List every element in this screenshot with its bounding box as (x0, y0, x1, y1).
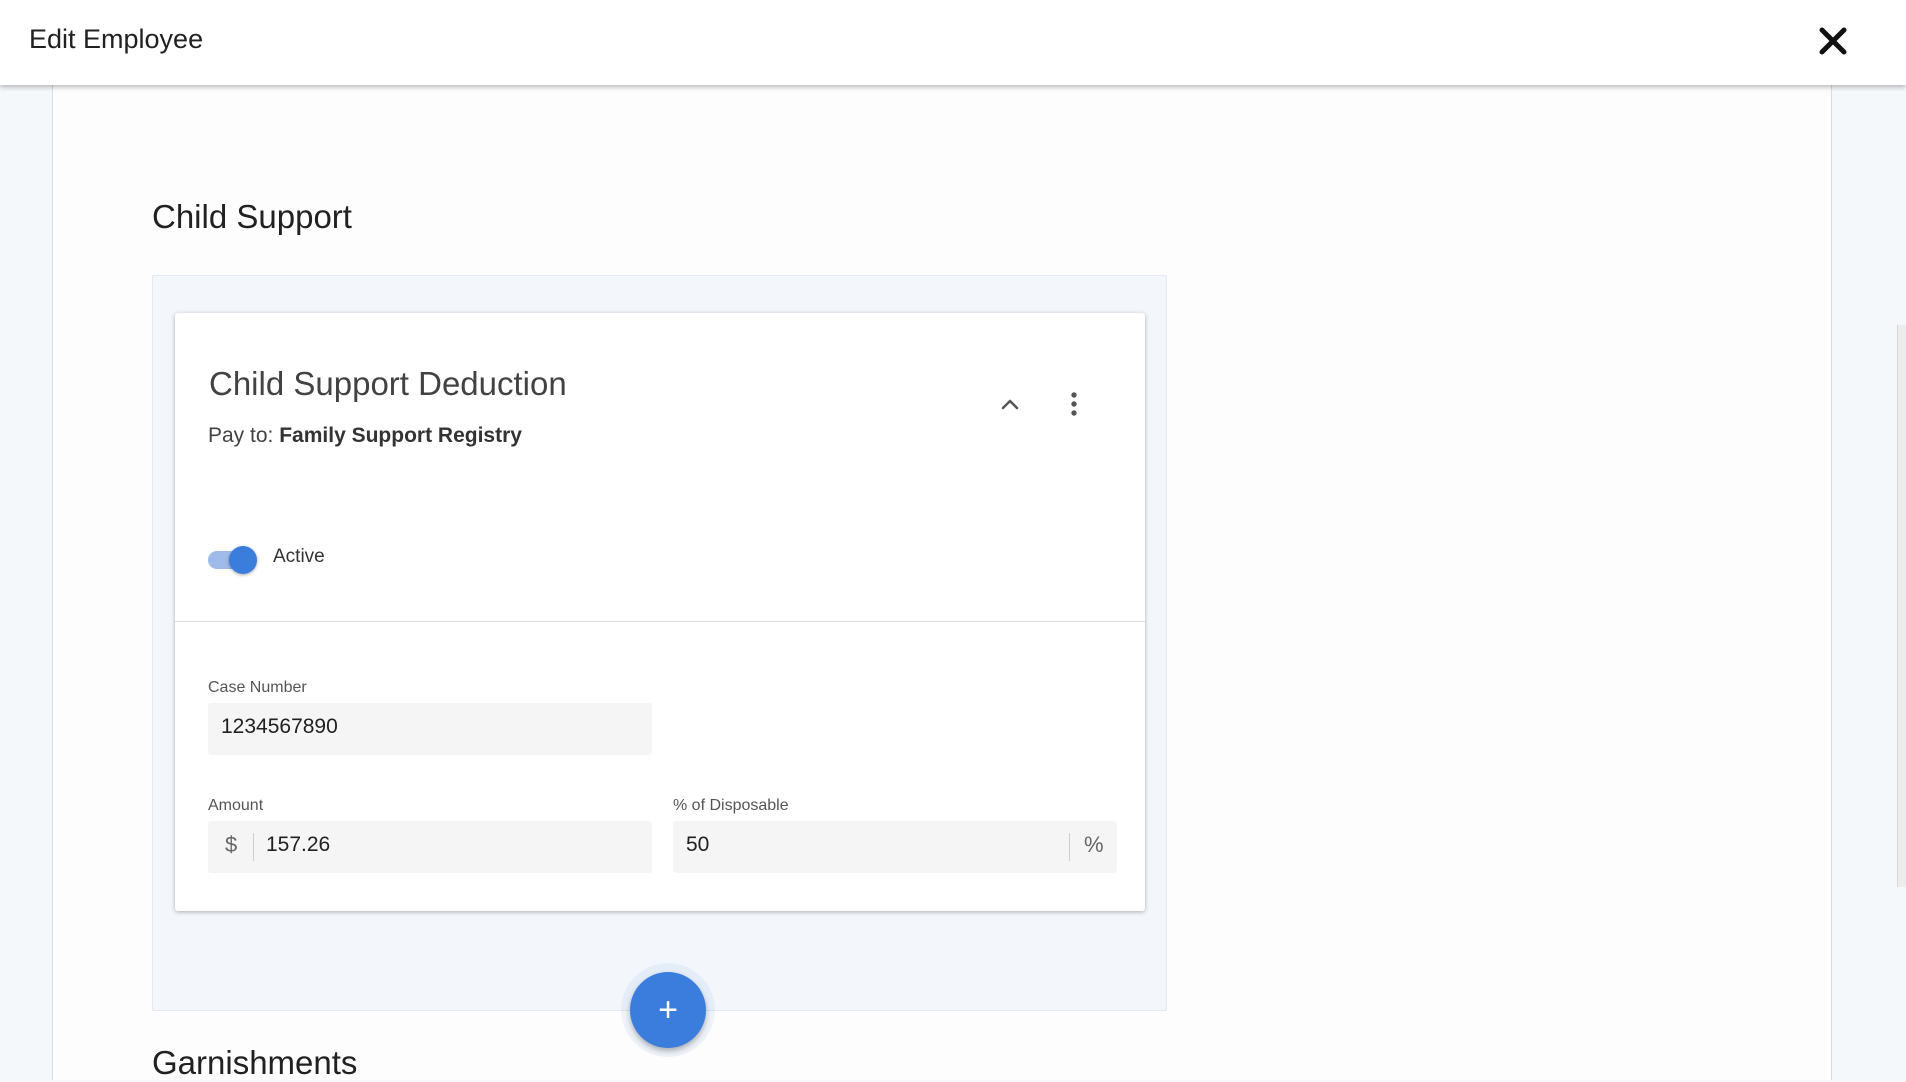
percent-disposable-value: 50 (686, 833, 710, 856)
amount-separator (253, 833, 254, 861)
plus-icon: + (658, 990, 678, 1029)
active-toggle[interactable] (208, 544, 257, 574)
card-divider (175, 621, 1145, 622)
toggle-knob (229, 546, 257, 574)
percent-suffix: % (1084, 832, 1104, 857)
amount-field[interactable]: $ 157.26 (208, 821, 652, 873)
child-support-section-title: Child Support (152, 198, 352, 235)
chevron-up-icon[interactable] (995, 389, 1025, 419)
amount-value: 157.26 (266, 833, 331, 856)
percent-separator (1069, 833, 1070, 861)
case-number-field[interactable]: 1234567890 (208, 703, 652, 755)
amount-label: Amount (208, 797, 264, 814)
case-number-value: 1234567890 (221, 715, 338, 738)
child-support-deduction-card: Child Support Deduction Pay to: Family S… (175, 313, 1145, 911)
scrollbar[interactable] (1897, 325, 1906, 887)
close-icon[interactable] (1814, 22, 1852, 60)
add-child-support-button[interactable]: + (630, 972, 706, 1048)
card-title: Child Support Deduction (209, 365, 567, 402)
pay-to-label: Pay to: (208, 424, 274, 447)
pay-to: Pay to: Family Support Registry (208, 424, 522, 448)
percent-disposable-field[interactable]: 50 % (673, 821, 1117, 873)
dollar-prefix: $ (225, 832, 238, 857)
dialog-title: Edit Employee (29, 24, 204, 54)
case-number-label: Case Number (208, 679, 307, 696)
dialog-header: Edit Employee (0, 0, 1906, 85)
more-vert-icon[interactable] (1063, 389, 1085, 419)
active-toggle-label: Active (273, 546, 325, 567)
pay-to-value: Family Support Registry (279, 424, 522, 447)
garnishments-section-title: Garnishments (152, 1044, 358, 1081)
percent-disposable-label: % of Disposable (673, 797, 789, 814)
